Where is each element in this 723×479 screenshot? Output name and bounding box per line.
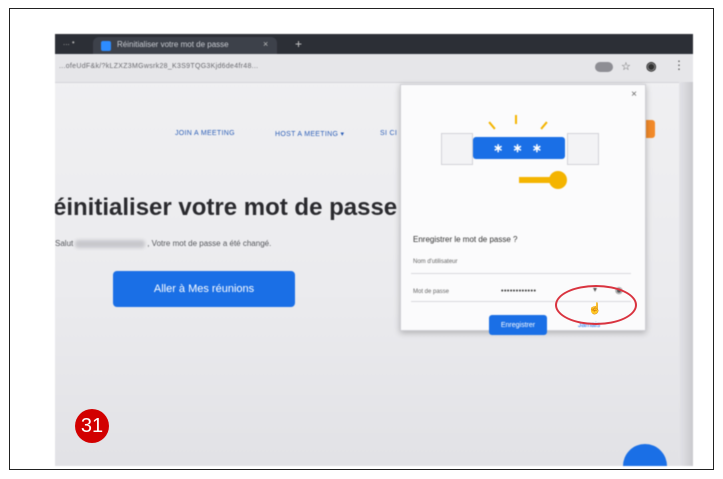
account-icon[interactable]: ◉ bbox=[646, 59, 656, 73]
screenshot-frame: ... • Réinitialiser votre mot de passe ×… bbox=[9, 8, 714, 470]
nav-host-meeting[interactable]: HOST A MEETING ▾ bbox=[275, 130, 344, 138]
masked-password-graphic: ∗ ∗ ∗ bbox=[473, 137, 565, 159]
page-scrollbar[interactable] bbox=[679, 82, 693, 466]
tab-close-icon[interactable]: × bbox=[263, 39, 268, 49]
greeting-text: Salut , Votre mot de passe a été changé. bbox=[55, 239, 271, 248]
help-chat-button[interactable] bbox=[623, 444, 667, 466]
active-tab[interactable]: Réinitialiser votre mot de passe × bbox=[93, 37, 277, 54]
page-title: éinitialiser votre mot de passe bbox=[55, 194, 398, 221]
password-field[interactable]: •••••••••••• bbox=[501, 288, 536, 295]
sparkle-ray bbox=[488, 121, 496, 130]
illustration-panel-left bbox=[441, 133, 473, 165]
username-field[interactable] bbox=[411, 273, 631, 274]
close-icon[interactable]: × bbox=[631, 89, 637, 100]
password-label: Mot de passe bbox=[413, 289, 450, 295]
redacted-username bbox=[75, 239, 146, 248]
step-number-badge: 31 bbox=[75, 409, 109, 443]
greeting-suffix: , Votre mot de passe a été changé. bbox=[147, 239, 272, 248]
password-key-icon[interactable] bbox=[595, 62, 613, 72]
bookmark-star-icon[interactable]: ☆ bbox=[621, 60, 631, 73]
nav-join-meeting[interactable]: JOIN A MEETING bbox=[175, 130, 235, 137]
dialog-title: Enregistrer le mot de passe ? bbox=[413, 235, 518, 244]
browser-photo: ... • Réinitialiser votre mot de passe ×… bbox=[55, 34, 693, 466]
nav-sign-in[interactable]: SI CI bbox=[380, 130, 397, 137]
browser-menu-icon[interactable]: ⋮ bbox=[673, 58, 685, 72]
username-label: Nom d'utilisateur bbox=[413, 259, 458, 265]
zoom-favicon-icon bbox=[101, 41, 111, 51]
address-bar: ...ofeUdF&k/?kLZXZ3MGwsrk28_K3S9TQG3Kjd6… bbox=[55, 54, 693, 83]
previous-tab[interactable]: ... • bbox=[63, 38, 75, 47]
greeting-prefix: Salut bbox=[55, 239, 74, 248]
go-to-meetings-button[interactable]: Aller à Mes réunions bbox=[113, 271, 295, 307]
illustration-panel-right bbox=[567, 133, 599, 165]
password-illustration: ∗ ∗ ∗ bbox=[431, 107, 611, 197]
sparkle-ray bbox=[515, 115, 517, 124]
browser-tab-strip: ... • Réinitialiser votre mot de passe ×… bbox=[55, 34, 693, 54]
url-field[interactable]: ...ofeUdF&k/?kLZXZ3MGwsrk28_K3S9TQG3Kjd6… bbox=[59, 63, 258, 70]
tab-title: Réinitialiser votre mot de passe bbox=[117, 40, 229, 49]
key-icon bbox=[549, 171, 567, 189]
sparkle-ray bbox=[540, 121, 548, 130]
mouse-cursor-icon: ☝ bbox=[588, 303, 602, 315]
new-tab-button[interactable]: + bbox=[295, 37, 302, 51]
save-button[interactable]: Enregistrer bbox=[489, 315, 547, 335]
key-icon-shaft bbox=[519, 177, 551, 183]
